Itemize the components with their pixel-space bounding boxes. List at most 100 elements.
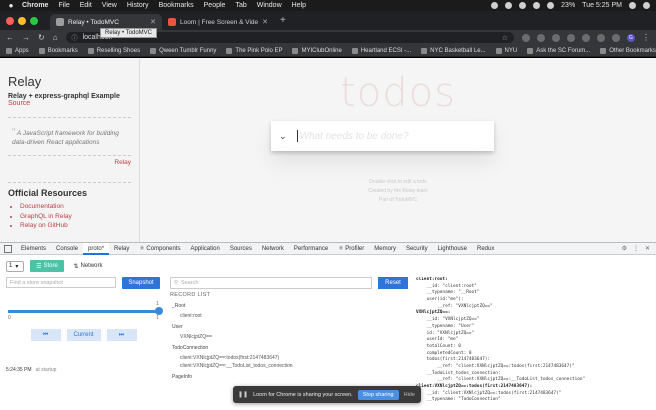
tab-network[interactable]: Network	[257, 243, 289, 255]
menu-list-icon[interactable]	[643, 2, 650, 9]
menu-people[interactable]: People	[204, 2, 226, 9]
menu-file[interactable]: File	[58, 2, 69, 9]
bookmark-item[interactable]: NYU	[495, 47, 517, 54]
store-tab[interactable]: ☰ Store	[30, 260, 64, 272]
bookmark-item[interactable]: MYIClubOnline	[292, 47, 342, 54]
new-tab-icon[interactable]: +	[280, 15, 286, 26]
search-icon[interactable]	[629, 2, 636, 9]
new-todo-input[interactable]: ⌄ What needs to be done?	[271, 121, 494, 151]
menu-history[interactable]: History	[127, 2, 149, 9]
menu-tab[interactable]: Tab	[235, 2, 246, 9]
close-tab-icon[interactable]: ✕	[262, 18, 268, 26]
extension-icon[interactable]	[567, 33, 575, 42]
slider-thumb[interactable]	[155, 307, 163, 315]
reload-icon[interactable]: ↻	[38, 33, 45, 42]
menu-edit[interactable]: Edit	[80, 2, 92, 9]
current-snapshot-button[interactable]: Current	[66, 329, 101, 341]
record-item[interactable]: client:VXNlcjptZQ==:__TodoList_todos_con…	[170, 363, 408, 369]
extension-icon[interactable]	[597, 33, 605, 42]
extension-icon[interactable]	[552, 33, 560, 42]
close-window-button[interactable]	[6, 16, 14, 25]
bookmark-item[interactable]: Heartland ECSI -...	[351, 47, 411, 54]
bookmark-item[interactable]: Reselling Shoes	[87, 47, 140, 54]
snapshot-button[interactable]: Snapshot	[122, 277, 160, 289]
tab-redux[interactable]: Redux	[472, 243, 499, 255]
tab-sources[interactable]: Sources	[225, 243, 257, 255]
record-item[interactable]: client:root	[170, 313, 408, 319]
environment-select[interactable]: 1 ▾	[6, 260, 24, 272]
close-devtools-icon[interactable]: ✕	[645, 245, 650, 252]
snapshot-search-input[interactable]: Find a store snapshot	[6, 277, 116, 288]
previous-snapshot-button[interactable]: ⏮	[30, 329, 61, 341]
menu-window[interactable]: Window	[257, 2, 282, 9]
bookmark-star-icon[interactable]: ☆	[502, 34, 508, 42]
reset-button[interactable]: Reset	[378, 277, 408, 289]
toggle-all-chevron-icon[interactable]: ⌄	[279, 131, 287, 142]
resource-link-graphql[interactable]: GraphQL in Relay	[20, 212, 131, 221]
home-icon[interactable]: ⌂	[53, 33, 58, 42]
site-icon	[292, 47, 299, 54]
stop-sharing-button[interactable]: Stop sharing	[357, 389, 399, 400]
tab-console[interactable]: Console	[51, 243, 83, 255]
apple-icon[interactable]: ●	[6, 1, 16, 10]
menubar-clock[interactable]: Tue 5:25 PM	[582, 2, 622, 9]
tab-profiler[interactable]: ⚛ Profiler	[333, 243, 369, 255]
bookmark-item[interactable]: The Pink Polo EP	[226, 47, 282, 54]
tab-components[interactable]: ⚛ Components	[134, 243, 185, 255]
other-bookmarks[interactable]: Other Bookmarks	[600, 47, 656, 54]
snapshot-timestamp[interactable]: 5:24:35 PM at startup	[6, 367, 161, 373]
extension-icon[interactable]	[537, 33, 545, 42]
info-icon[interactable]: ⓘ	[72, 33, 78, 42]
tab-relay[interactable]: Relay	[109, 243, 134, 255]
resource-link-documentation[interactable]: Documentation	[20, 202, 131, 211]
more-menu-icon[interactable]: ⋮	[642, 33, 650, 42]
record-item[interactable]: client:VXNlcjptZQ==:todos(first:21474836…	[170, 355, 408, 361]
extension-icon[interactable]	[522, 33, 530, 42]
battery-percent[interactable]: 23%	[561, 2, 575, 9]
tab-security[interactable]: Security	[401, 243, 433, 255]
menu-app-name[interactable]: Chrome	[22, 2, 48, 9]
tab-proto[interactable]: proto*	[83, 242, 110, 255]
bookmark-item[interactable]: Qween Tumblr Funny	[150, 47, 216, 54]
menu-view[interactable]: View	[102, 2, 117, 9]
bookmark-item[interactable]: NYC Basketball Le...	[421, 47, 486, 54]
star-icon	[38, 47, 45, 54]
tab-elements[interactable]: Elements	[16, 243, 51, 255]
minimize-window-button[interactable]	[18, 16, 26, 25]
close-tab-icon[interactable]: ✕	[150, 18, 156, 26]
tab-application[interactable]: Application	[185, 243, 224, 255]
pause-icon[interactable]: ❚❚	[238, 391, 248, 398]
menu-bookmarks[interactable]: Bookmarks	[159, 2, 194, 9]
back-icon[interactable]: ←	[6, 33, 14, 42]
tab-lighthouse[interactable]: Lighthouse	[433, 243, 472, 255]
extension-icon[interactable]	[612, 33, 620, 42]
record-item[interactable]: VXNlcjptZQ==	[170, 334, 408, 340]
more-options-icon[interactable]: ⋮	[633, 245, 639, 252]
status-icon[interactable]	[491, 2, 499, 9]
tab-loom[interactable]: Loom | Free Screen & Video R... ✕	[162, 14, 274, 30]
settings-gear-icon[interactable]: ⚙	[622, 245, 627, 252]
bookmark-item[interactable]: Bookmarks	[38, 47, 78, 54]
resource-link-github[interactable]: Relay on GitHub	[20, 221, 131, 230]
forward-icon[interactable]: →	[22, 33, 30, 42]
source-link[interactable]: Source	[8, 100, 131, 107]
inspect-element-icon[interactable]	[4, 244, 12, 253]
status-icon[interactable]	[505, 2, 513, 9]
hide-share-bar-button[interactable]: Hide	[404, 392, 415, 398]
tab-performance[interactable]: Performance	[289, 243, 333, 255]
record-search-input[interactable]: ⚲ Search	[170, 277, 372, 289]
menu-help[interactable]: Help	[292, 2, 306, 9]
extension-icon[interactable]	[582, 33, 590, 42]
bookmark-apps[interactable]: Apps	[6, 47, 29, 54]
snapshot-slider[interactable]: 1 0 1	[6, 301, 163, 321]
tab-memory[interactable]: Memory	[369, 243, 401, 255]
quote-attribution-link[interactable]: Relay	[8, 159, 131, 166]
next-snapshot-button[interactable]: ⏭	[106, 329, 137, 341]
bookmark-item[interactable]: Ask the SC Forum...	[527, 47, 590, 54]
profile-avatar[interactable]: G	[627, 33, 635, 42]
wifi-icon[interactable]	[533, 2, 541, 9]
zoom-window-button[interactable]	[30, 16, 38, 25]
status-icon[interactable]	[519, 2, 527, 9]
volume-icon[interactable]	[547, 2, 555, 9]
network-tab[interactable]: ⇅ Network	[70, 260, 106, 272]
